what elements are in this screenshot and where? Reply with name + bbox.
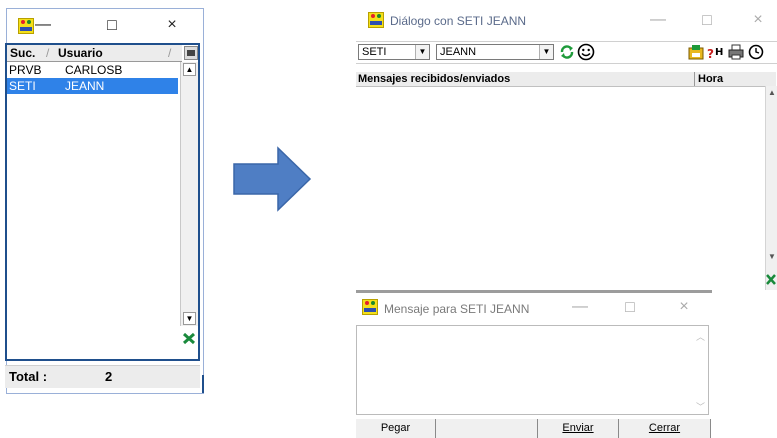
- table-row[interactable]: SETI JEANN: [7, 78, 178, 94]
- column-divider: /: [168, 46, 172, 60]
- minimize-button[interactable]: —: [33, 17, 53, 33]
- paste-button-label: Pegar: [380, 422, 411, 434]
- minimize-button[interactable]: —: [648, 12, 668, 28]
- column-usuario[interactable]: Usuario: [58, 46, 103, 60]
- send-button-label: Enviar: [562, 422, 594, 434]
- cell-suc: PRVB: [9, 63, 42, 77]
- branch-combo-value: SETI: [362, 46, 387, 58]
- scroll-up-icon[interactable]: ▲: [768, 88, 776, 97]
- messages-header: Mensajes recibidos/enviados Hora: [356, 72, 776, 87]
- maximize-button[interactable]: □: [620, 300, 640, 316]
- column-chooser-icon[interactable]: [184, 46, 198, 60]
- help-icon[interactable]: ? H: [707, 44, 725, 61]
- column-divider: /: [46, 46, 50, 60]
- total-value: 2: [105, 369, 113, 384]
- column-time[interactable]: Hora: [698, 72, 723, 86]
- column-suc[interactable]: Suc.: [10, 46, 35, 60]
- chevron-down-icon[interactable]: ▼: [415, 45, 429, 59]
- right-arrow-icon: [233, 146, 312, 212]
- column-divider: [694, 72, 695, 86]
- close-list-icon[interactable]: [182, 332, 196, 345]
- send-button[interactable]: Enviar: [538, 419, 619, 438]
- close-compose-button-label: Cerrar: [648, 422, 681, 434]
- branch-combo[interactable]: SETI ▼: [358, 44, 430, 60]
- close-button[interactable]: ×: [748, 12, 768, 28]
- minimize-button[interactable]: —: [570, 299, 590, 315]
- users-list-header: Suc. / Usuario /: [7, 45, 182, 62]
- clock-icon[interactable]: [748, 44, 764, 60]
- table-row[interactable]: PRVB CARLOSB: [7, 62, 178, 78]
- seti-app-icon: [18, 18, 34, 34]
- save-icon[interactable]: [688, 44, 704, 60]
- chevron-down-icon[interactable]: ▼: [539, 45, 553, 59]
- cell-usuario: CARLOSB: [65, 63, 123, 77]
- cell-suc: SETI: [9, 79, 36, 93]
- close-button[interactable]: ×: [674, 299, 694, 315]
- compose-title: Mensaje para SETI JEANN: [384, 302, 530, 316]
- message-textarea[interactable]: ︿ ﹀: [356, 325, 709, 415]
- scroll-down-icon[interactable]: ﹀: [696, 400, 705, 413]
- total-bar: Total : 2: [5, 365, 200, 388]
- scroll-down-icon[interactable]: ▼: [183, 312, 196, 325]
- user-combo-value: JEANN: [440, 46, 477, 58]
- dialog-title: Diálogo con SETI JEANN: [390, 14, 527, 28]
- refresh-icon[interactable]: [559, 44, 575, 60]
- close-list-icon[interactable]: [765, 272, 777, 290]
- svg-text:H: H: [715, 47, 723, 58]
- seti-app-icon: [368, 12, 384, 28]
- scroll-up-icon[interactable]: ▲: [183, 63, 196, 76]
- column-messages[interactable]: Mensajes recibidos/enviados: [358, 72, 510, 86]
- toolbar-divider: [356, 63, 777, 64]
- toolbar-divider: [356, 41, 777, 42]
- printer-icon[interactable]: [728, 44, 744, 60]
- cell-usuario: JEANN: [65, 79, 105, 93]
- smiley-icon[interactable]: [577, 43, 595, 61]
- close-compose-button[interactable]: Cerrar: [619, 419, 711, 438]
- messages-scrollbar[interactable]: ▲ ▼: [765, 86, 777, 290]
- svg-text:?: ?: [707, 47, 714, 60]
- vertical-scrollbar[interactable]: ▲ ▼: [180, 62, 198, 326]
- paste-button[interactable]: Pegar: [356, 419, 436, 438]
- scroll-up-icon[interactable]: ︿: [696, 330, 705, 343]
- close-button[interactable]: ×: [162, 17, 182, 33]
- maximize-button[interactable]: □: [102, 18, 122, 34]
- window-edge: [202, 375, 204, 393]
- seti-app-icon: [362, 299, 378, 315]
- scroll-down-icon[interactable]: ▼: [768, 252, 776, 261]
- user-combo[interactable]: JEANN ▼: [436, 44, 554, 60]
- maximize-button[interactable]: □: [697, 13, 717, 29]
- users-list[interactable]: Suc. / Usuario / PRVB CARLOSB SETI JEANN…: [5, 43, 200, 361]
- button-spacer: [436, 419, 538, 438]
- total-label: Total :: [9, 369, 48, 384]
